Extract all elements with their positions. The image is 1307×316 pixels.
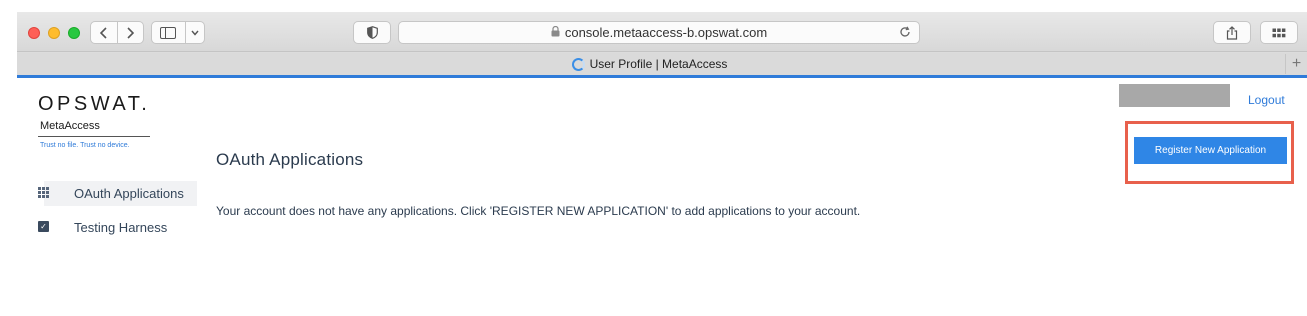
tab-overview-icon bbox=[1272, 28, 1286, 37]
forward-button[interactable] bbox=[116, 22, 143, 43]
product-name: MetaAccess bbox=[38, 120, 150, 137]
tab-title: User Profile | MetaAccess bbox=[589, 57, 728, 71]
opswat-logo[interactable]: OPSWAT. MetaAccess Trust no file. Trust … bbox=[38, 94, 150, 149]
browser-window-chrome: console.metaaccess-b.opswat.com User Pro… bbox=[17, 12, 1307, 78]
back-button[interactable] bbox=[91, 22, 117, 43]
sidebar-item-oauth-applications[interactable]: OAuth Applications bbox=[38, 181, 197, 206]
tab-overview-button[interactable] bbox=[1260, 21, 1298, 44]
sidebar-item-label: OAuth Applications bbox=[74, 186, 184, 201]
logout-link[interactable]: Logout bbox=[1248, 93, 1285, 107]
tab-user-profile[interactable]: User Profile | MetaAccess bbox=[17, 53, 1282, 75]
loading-spinner-icon bbox=[571, 57, 585, 71]
sidebar-item-label: Testing Harness bbox=[74, 220, 168, 235]
address-bar[interactable]: console.metaaccess-b.opswat.com bbox=[398, 21, 920, 44]
new-tab-button[interactable]: + bbox=[1285, 54, 1307, 74]
tab-bar: User Profile | MetaAccess + bbox=[17, 53, 1307, 75]
privacy-report-button[interactable] bbox=[353, 21, 391, 44]
navigation-buttons bbox=[90, 21, 144, 44]
checklist-icon: ✓ bbox=[38, 221, 49, 232]
empty-state-message: Your account does not have any applicati… bbox=[216, 204, 861, 218]
register-new-application-button[interactable]: Register New Application bbox=[1134, 137, 1287, 164]
shield-icon bbox=[366, 26, 378, 39]
chevron-left-icon bbox=[99, 26, 107, 39]
sidebar-toggle-button[interactable] bbox=[151, 21, 205, 44]
user-name-redacted bbox=[1119, 84, 1230, 107]
minimize-window-button[interactable] bbox=[48, 27, 60, 39]
share-button[interactable] bbox=[1213, 21, 1251, 44]
zoom-window-button[interactable] bbox=[68, 27, 80, 39]
url-text: console.metaaccess-b.opswat.com bbox=[564, 25, 768, 40]
brand-name: OPSWAT. bbox=[38, 93, 151, 115]
page-title: OAuth Applications bbox=[216, 150, 364, 169]
close-window-button[interactable] bbox=[28, 27, 40, 39]
reload-icon[interactable] bbox=[899, 25, 911, 41]
chevron-down-icon bbox=[184, 22, 204, 43]
page-load-progress-bar bbox=[17, 75, 1307, 78]
chevron-right-icon bbox=[127, 26, 135, 39]
lock-icon bbox=[551, 25, 560, 40]
sidebar-item-testing-harness[interactable]: ✓ Testing Harness bbox=[30, 215, 197, 240]
browser-toolbar: console.metaaccess-b.opswat.com bbox=[17, 12, 1307, 52]
share-icon bbox=[1226, 25, 1238, 40]
grid-icon bbox=[38, 187, 49, 198]
brand-tagline: Trust no file. Trust no device. bbox=[40, 142, 130, 149]
sidebar-icon bbox=[152, 22, 185, 43]
